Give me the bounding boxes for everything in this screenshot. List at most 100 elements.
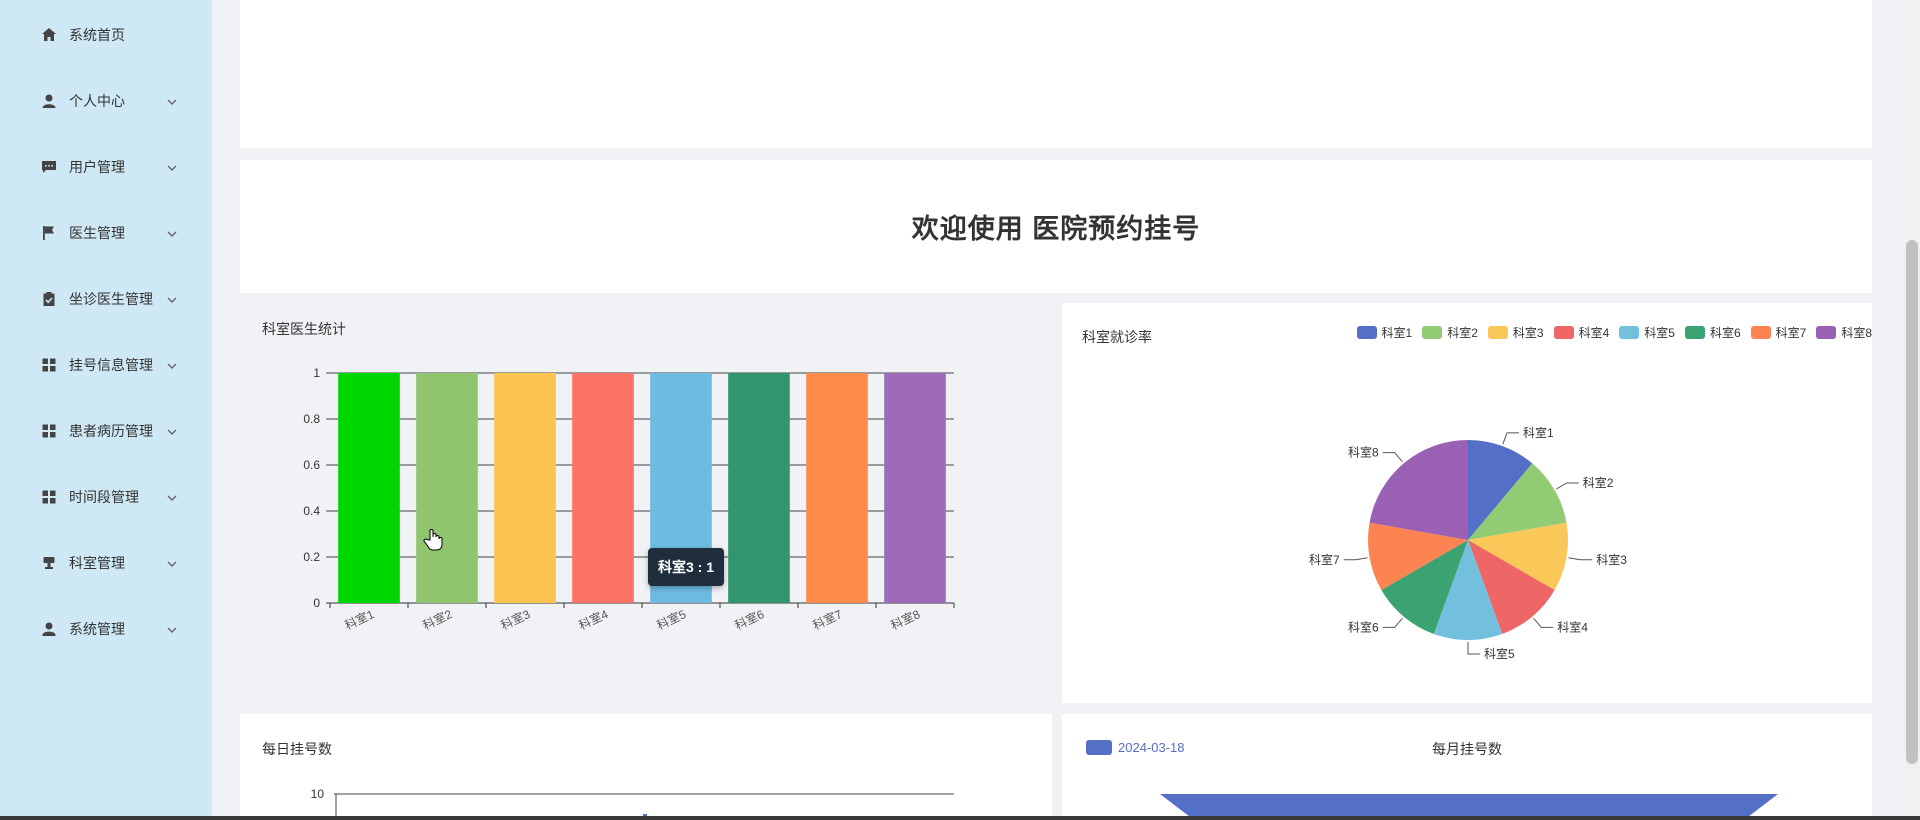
daily-chart-title: 每日挂号数 bbox=[262, 741, 332, 757]
x-tick-label: 科室8 bbox=[888, 606, 922, 633]
top-panel bbox=[240, 0, 1872, 148]
user-config-icon bbox=[40, 620, 58, 638]
x-tick-label: 科室7 bbox=[810, 606, 844, 633]
pie-label-line bbox=[1382, 617, 1403, 628]
taskbar-edge bbox=[0, 816, 1920, 820]
sidebar-item-label: 个人中心 bbox=[69, 93, 125, 109]
chevron-down-icon bbox=[166, 161, 178, 173]
legend-swatch bbox=[1816, 326, 1837, 339]
clipboard-check-icon bbox=[40, 290, 58, 308]
pie-label: 科室7 bbox=[1309, 552, 1340, 567]
y-tick-label: 0.6 bbox=[303, 458, 320, 472]
bar[interactable] bbox=[728, 373, 790, 603]
pie-legend-item[interactable]: 科室1 bbox=[1356, 324, 1413, 341]
bar-chart-title: 科室医生统计 bbox=[262, 321, 346, 337]
pie-label-line bbox=[1568, 557, 1593, 561]
grid-icon bbox=[40, 488, 58, 506]
bar[interactable] bbox=[884, 373, 946, 603]
y-tick-label: 0.4 bbox=[303, 504, 320, 518]
grid-icon bbox=[40, 356, 58, 374]
chevron-down-icon bbox=[166, 227, 178, 239]
chevron-down-icon bbox=[166, 557, 178, 569]
pie-legend-item[interactable]: 科室3 bbox=[1487, 324, 1544, 341]
pie-legend-item[interactable]: 科室7 bbox=[1750, 324, 1806, 341]
bar-chart: 0 0.2 0.4 0.6 0.8 1 科室1 科室2 科室3 科室4 科室5 科室6 科室7 科室8 bbox=[303, 366, 955, 633]
legend-swatch bbox=[1356, 326, 1377, 339]
x-tick-label: 科室5 bbox=[654, 606, 688, 633]
sidebar-item-5[interactable]: 挂号信息管理 bbox=[0, 345, 212, 385]
sidebar-item-label: 用户管理 bbox=[69, 159, 125, 175]
y-tick-label: 0 bbox=[313, 596, 320, 610]
legend-label: 科室4 bbox=[1578, 326, 1610, 340]
sidebar: 系统首页个人中心用户管理医生管理坐诊医生管理 挂号信息管理 患者病历管理 时间段管理科… bbox=[0, 0, 212, 820]
pie-legend-item[interactable]: 科室4 bbox=[1553, 324, 1610, 341]
bar[interactable] bbox=[806, 373, 868, 603]
pie-legend-item[interactable]: 科室8 bbox=[1816, 324, 1872, 341]
x-tick-label: 科室2 bbox=[420, 606, 454, 633]
bar[interactable] bbox=[572, 373, 634, 603]
pie-label-line bbox=[1467, 642, 1480, 655]
sidebar-item-6[interactable]: 患者病历管理 bbox=[0, 411, 212, 451]
pie-label: 科室4 bbox=[1557, 619, 1588, 634]
chevron-down-icon bbox=[166, 95, 178, 107]
pie-label: 科室8 bbox=[1348, 445, 1379, 460]
sidebar-item-4[interactable]: 坐诊医生管理 bbox=[0, 279, 212, 319]
legend-swatch bbox=[1487, 326, 1508, 339]
legend-swatch bbox=[1422, 326, 1443, 339]
bar[interactable] bbox=[338, 373, 400, 603]
sidebar-item-8[interactable]: 科室管理 bbox=[0, 543, 212, 583]
sidebar-item-label: 坐诊医生管理 bbox=[69, 291, 153, 307]
legend-label: 科室3 bbox=[1512, 326, 1544, 340]
sidebar-item-1[interactable]: 个人中心 bbox=[0, 81, 212, 121]
pie-legend-item[interactable]: 科室6 bbox=[1684, 324, 1741, 341]
monthly-chart-title: 每月挂号数 bbox=[1432, 741, 1502, 757]
pie-label: 科室3 bbox=[1596, 552, 1627, 567]
welcome-banner: 欢迎使用 医院预约挂号 bbox=[240, 160, 1872, 293]
grid-icon bbox=[40, 422, 58, 440]
pie-label-line bbox=[1502, 432, 1519, 445]
monthly-legend[interactable]: 2024-03-18 bbox=[1086, 740, 1185, 755]
user-icon bbox=[40, 92, 58, 110]
monthly-legend-swatch bbox=[1086, 740, 1112, 755]
y-tick-label: 10 bbox=[311, 787, 325, 801]
legend-label: 科室2 bbox=[1447, 326, 1478, 340]
scrollbar-thumb[interactable] bbox=[1906, 240, 1918, 764]
pie-label: 科室6 bbox=[1348, 619, 1379, 634]
pie-legend-item[interactable]: 科室2 bbox=[1422, 324, 1478, 341]
pie-label: 科室1 bbox=[1523, 425, 1554, 440]
legend-label: 科室6 bbox=[1709, 326, 1741, 340]
sidebar-item-7[interactable]: 时间段管理 bbox=[0, 477, 212, 517]
sidebar-item-9[interactable]: 系统管理 bbox=[0, 609, 212, 649]
sidebar-item-2[interactable]: 用户管理 bbox=[0, 147, 212, 187]
bar[interactable] bbox=[416, 373, 478, 603]
stamp-icon bbox=[40, 554, 58, 572]
chevron-down-icon bbox=[166, 491, 178, 503]
sidebar-item-label: 科室管理 bbox=[69, 555, 125, 571]
chat-icon bbox=[40, 158, 58, 176]
sidebar-item-3[interactable]: 医生管理 bbox=[0, 213, 212, 253]
legend-swatch bbox=[1619, 326, 1640, 339]
sidebar-item-label: 时间段管理 bbox=[69, 489, 139, 505]
chevron-down-icon bbox=[166, 623, 178, 635]
sidebar-item-label: 患者病历管理 bbox=[69, 423, 153, 439]
legend-label: 科室1 bbox=[1381, 326, 1413, 340]
legend-label: 科室5 bbox=[1644, 326, 1675, 340]
x-tick-label: 科室6 bbox=[732, 606, 766, 633]
monthly-legend-label: 2024-03-18 bbox=[1118, 740, 1185, 755]
legend-swatch bbox=[1684, 326, 1705, 339]
pie-legend-item[interactable]: 科室5 bbox=[1619, 324, 1675, 341]
sidebar-item-0[interactable]: 系统首页 bbox=[0, 15, 212, 55]
pie-label-line bbox=[1533, 617, 1554, 628]
bar[interactable] bbox=[494, 373, 556, 603]
pie-slice[interactable] bbox=[1369, 440, 1468, 540]
chart-tooltip: 科室3 : 1 bbox=[648, 548, 725, 586]
pie-label-line bbox=[1556, 482, 1579, 490]
pie-chart-title: 科室就诊率 bbox=[1082, 329, 1152, 345]
flag-icon bbox=[40, 224, 58, 242]
sidebar-item-label: 系统管理 bbox=[69, 621, 125, 637]
pie-legend[interactable]: 科室1 科室2 科室3 科室4 科室5 科室6 科室7 科室8 bbox=[1356, 324, 1872, 341]
chevron-down-icon bbox=[166, 359, 178, 371]
sidebar-item-label: 挂号信息管理 bbox=[69, 357, 153, 373]
legend-swatch bbox=[1553, 326, 1574, 339]
pie-label: 科室5 bbox=[1484, 646, 1515, 660]
